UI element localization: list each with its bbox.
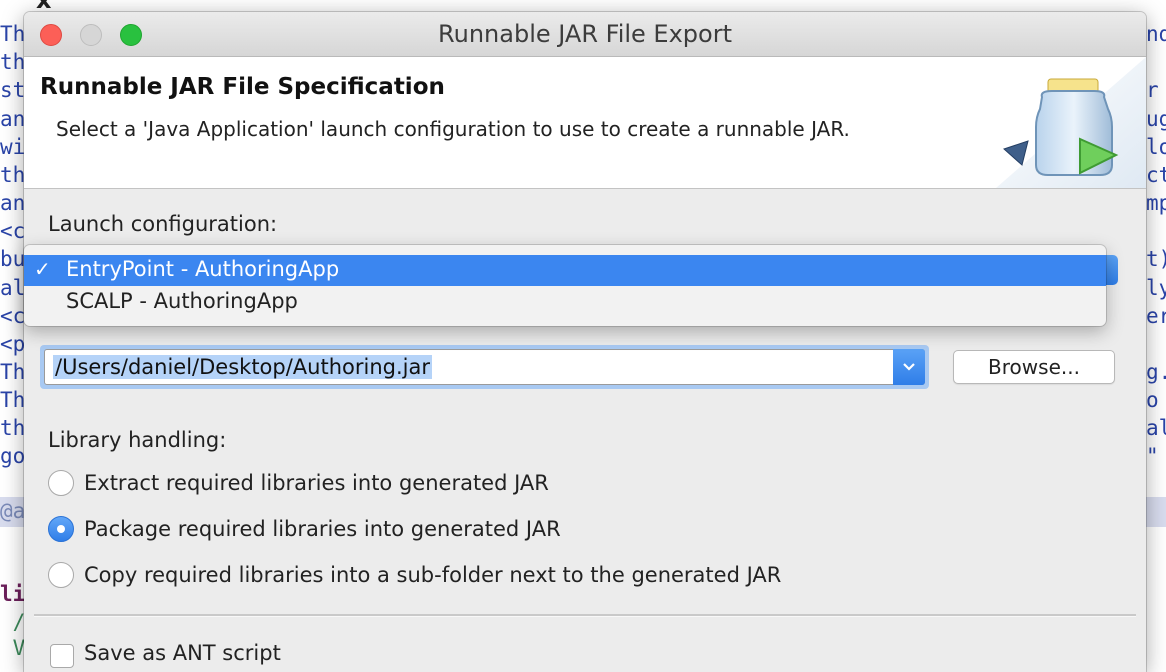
code-line: er [1146, 304, 1166, 328]
radio-label: Package required libraries into generate… [84, 517, 561, 541]
save-ant-script-checkbox[interactable] [50, 644, 74, 668]
code-line: / [0, 610, 26, 634]
radio-button-selected[interactable] [48, 516, 74, 542]
library-handling-label: Library handling: [48, 428, 227, 452]
code-line: Th [0, 388, 26, 412]
code-line: al [1146, 416, 1166, 440]
checkmark-icon: ✓ [34, 257, 51, 281]
code-line: V [0, 636, 26, 660]
code-line: li [0, 582, 26, 606]
code-line: th [0, 50, 26, 74]
launch-configuration-combo-arrow[interactable] [1106, 255, 1118, 285]
radio-button[interactable] [48, 470, 74, 496]
radio-copy-libraries[interactable]: Copy required libraries into a sub-folde… [48, 560, 781, 590]
code-line: wi [0, 135, 26, 159]
browse-button[interactable]: Browse... [953, 350, 1115, 384]
code-line: Th [0, 22, 26, 46]
jar-export-icon [996, 57, 1146, 188]
wizard-banner: Runnable JAR File Specification Select a… [24, 57, 1146, 189]
save-ant-script-label: Save as ANT script [84, 641, 281, 665]
launch-configuration-menu: ✓ EntryPoint - AuthoringApp SCALP - Auth… [24, 245, 1106, 326]
code-line: ct [1146, 163, 1166, 187]
menu-item-label: EntryPoint - AuthoringApp [66, 257, 340, 281]
page-description: Select a 'Java Application' launch confi… [56, 117, 850, 141]
code-line: st [0, 78, 26, 102]
code-line: an [0, 107, 26, 131]
code-line: al [0, 276, 26, 300]
code-line: " [1146, 444, 1159, 468]
code-line: <c [0, 219, 26, 243]
annotation-text: @a [0, 499, 26, 523]
export-destination-combo[interactable]: /Users/daniel/Desktop/Authoring.jar [44, 349, 925, 385]
code-line: g. [1146, 360, 1166, 384]
code-line: o [1146, 388, 1159, 412]
menu-item-entrypoint[interactable]: ✓ EntryPoint - AuthoringApp [24, 255, 1106, 286]
radio-label: Extract required libraries into generate… [84, 471, 549, 495]
radio-button[interactable] [48, 562, 74, 588]
radio-package-libraries[interactable]: Package required libraries into generate… [48, 514, 561, 544]
radio-extract-libraries[interactable]: Extract required libraries into generate… [48, 468, 549, 498]
code-line: th [0, 416, 26, 440]
menu-item-scalp[interactable]: SCALP - AuthoringApp [24, 287, 1106, 318]
menu-item-label: SCALP - AuthoringApp [66, 289, 298, 313]
export-destination-focus-ring: /Users/daniel/Desktop/Authoring.jar [40, 345, 929, 389]
window-title: Runnable JAR File Export [438, 20, 732, 48]
export-destination-value[interactable]: /Users/daniel/Desktop/Authoring.jar [53, 355, 432, 379]
code-line: th [0, 163, 26, 187]
page-title: Runnable JAR File Specification [40, 74, 445, 100]
launch-configuration-label: Launch configuration: [48, 212, 278, 236]
separator [34, 614, 1136, 617]
code-line: an [0, 191, 26, 215]
code-line: Th [0, 360, 26, 384]
code-line: <p [0, 332, 26, 356]
code-line: go [0, 444, 26, 468]
code-line: bu [0, 247, 26, 271]
radio-label: Copy required libraries into a sub-folde… [84, 563, 782, 587]
code-line: r [1146, 78, 1159, 102]
code-line: t) [1146, 247, 1166, 271]
code-line: ug [1146, 107, 1166, 131]
code-line: lo [1146, 135, 1166, 159]
code-line: <c [0, 304, 26, 328]
export-dialog: Runnable JAR File Export Runnable JAR Fi… [24, 12, 1146, 672]
code-line: ly [1146, 276, 1166, 300]
code-line: nd [1146, 22, 1166, 46]
chevron-down-icon[interactable] [893, 349, 925, 385]
title-bar[interactable]: Runnable JAR File Export [24, 12, 1146, 57]
code-line: mp [1146, 191, 1166, 215]
